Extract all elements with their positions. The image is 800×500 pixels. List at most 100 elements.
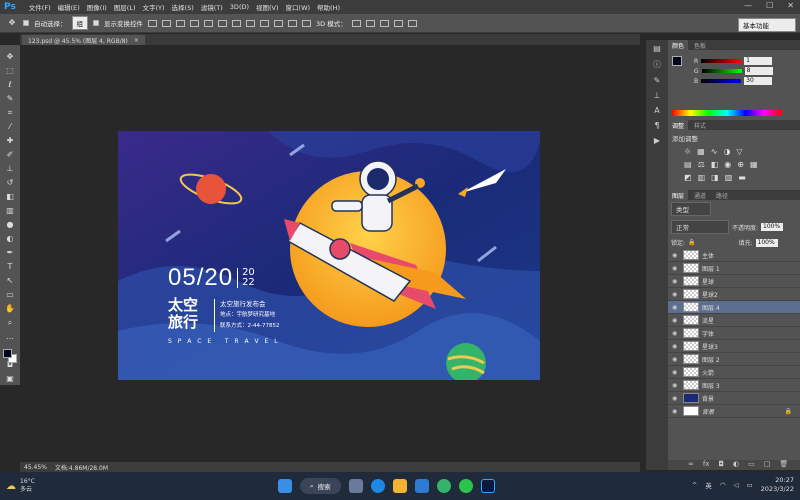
eyedropper-tool-icon[interactable]: ⁄	[4, 121, 16, 133]
zoom-level[interactable]: 45.45%	[24, 464, 47, 471]
blur-tool-icon[interactable]: ●	[4, 219, 16, 231]
taskbar-search[interactable]: ⌕ 搜索	[300, 478, 341, 494]
layer-filter-dropdown[interactable]: 类型	[671, 202, 711, 216]
link-layers-icon[interactable]: ∞	[688, 460, 694, 470]
layer-style-icon[interactable]: fx	[703, 460, 710, 470]
align-middle-icon[interactable]	[162, 19, 171, 27]
menu-view[interactable]: 视图(V)	[256, 2, 279, 12]
layer-row[interactable]: ◉ 流星	[668, 314, 800, 327]
actions-icon[interactable]: ▶	[654, 136, 660, 145]
eye-icon[interactable]: ◉	[672, 304, 680, 311]
menu-edit[interactable]: 编辑(E)	[58, 2, 80, 12]
tab-color[interactable]: 颜色	[668, 40, 689, 50]
layer-row[interactable]: ◉ 图层 1	[668, 262, 800, 275]
eye-icon[interactable]: ◉	[672, 343, 680, 350]
menu-layer[interactable]: 图层(L)	[114, 2, 136, 12]
layer-row[interactable]: ◉ 图层 2	[668, 353, 800, 366]
eye-icon[interactable]: ◉	[672, 356, 680, 363]
layer-row-selected[interactable]: ◉ 图层 4	[668, 301, 800, 314]
eye-icon[interactable]: ◉	[672, 265, 680, 272]
menu-select[interactable]: 选择(S)	[172, 2, 194, 12]
eye-icon[interactable]: ◉	[672, 369, 680, 376]
layer-row[interactable]: ◉ 星球	[668, 275, 800, 288]
layer-row[interactable]: ◉ 火箭	[668, 366, 800, 379]
mail-icon[interactable]	[414, 479, 429, 493]
threshold-icon[interactable]: ◨	[711, 173, 719, 182]
eye-icon[interactable]: ◉	[672, 291, 680, 298]
3d-rotate-icon[interactable]	[351, 19, 361, 27]
maximize-button[interactable]: ☐	[766, 1, 773, 10]
posterize-icon[interactable]: ▥	[698, 173, 706, 182]
align-bottom-icon[interactable]	[176, 19, 185, 27]
green-slider[interactable]	[701, 69, 742, 73]
healing-brush-tool-icon[interactable]: ✚	[4, 135, 16, 147]
wechat-icon[interactable]	[458, 479, 473, 493]
move-tool-icon[interactable]: ✥	[6, 17, 18, 29]
distribute-right-icon[interactable]	[302, 19, 311, 27]
ime-indicator[interactable]: 英	[705, 480, 712, 490]
color-balance-icon[interactable]: ⚖	[698, 160, 705, 169]
red-value[interactable]: 1	[744, 57, 773, 65]
channel-mixer-icon[interactable]: ⊕	[737, 160, 744, 169]
layer-row[interactable]: ◉ 星球3	[668, 340, 800, 353]
photo-filter-icon[interactable]: ◉	[724, 160, 731, 169]
lasso-tool-icon[interactable]: ℓ	[4, 79, 16, 91]
tab-paths[interactable]: 路径	[712, 190, 732, 200]
gradient-tool-icon[interactable]: ▥	[4, 205, 16, 217]
quick-select-tool-icon[interactable]: ✎	[4, 93, 16, 105]
invert-icon[interactable]: ◩	[684, 173, 692, 182]
history-brush-tool-icon[interactable]: ↺	[4, 177, 16, 189]
distribute-top-icon[interactable]	[232, 19, 241, 27]
show-transform-checkbox[interactable]	[93, 20, 99, 26]
red-slider[interactable]	[701, 59, 742, 63]
tab-channels[interactable]: 通道	[690, 190, 710, 200]
menu-window[interactable]: 窗口(W)	[286, 2, 311, 12]
new-layer-icon[interactable]: ▢	[764, 460, 771, 470]
layer-row-background[interactable]: ◉ 背景 🔒	[668, 405, 800, 418]
3d-slide-icon[interactable]	[393, 19, 403, 27]
foreground-color-swatch[interactable]	[3, 349, 12, 358]
eye-icon[interactable]: ◉	[672, 395, 680, 402]
menu-type[interactable]: 文字(Y)	[143, 2, 165, 12]
gradient-map-icon[interactable]: ▬	[738, 173, 746, 182]
properties-icon[interactable]: ⓘ	[653, 59, 661, 70]
color-spectrum[interactable]	[672, 110, 782, 116]
chrome-icon[interactable]	[436, 479, 451, 493]
black-white-icon[interactable]: ◧	[711, 160, 719, 169]
layer-row[interactable]: ◉ 背景	[668, 392, 800, 405]
hue-saturation-icon[interactable]: ▤	[684, 160, 692, 169]
fg-color-preview[interactable]	[672, 56, 682, 66]
menu-3d[interactable]: 3D(D)	[230, 3, 249, 11]
rectangle-tool-icon[interactable]: ▭	[4, 289, 16, 301]
tab-layers[interactable]: 图层	[668, 190, 689, 200]
align-top-icon[interactable]	[148, 19, 157, 27]
menu-file[interactable]: 文件(F)	[29, 2, 51, 12]
blue-value[interactable]: 30	[744, 77, 773, 85]
green-value[interactable]: 8	[744, 67, 773, 75]
menu-filter[interactable]: 滤镜(T)	[201, 2, 223, 12]
history-icon[interactable]: ▤	[653, 44, 661, 53]
clone-source-icon[interactable]: ⊥	[654, 91, 661, 100]
add-mask-icon[interactable]: ◘	[718, 460, 724, 470]
photoshop-taskbar-icon[interactable]	[480, 479, 495, 493]
workspace-dropdown[interactable]: 基本功能	[738, 18, 796, 32]
task-view-icon[interactable]	[348, 479, 363, 493]
marquee-tool-icon[interactable]: ⬚	[4, 65, 16, 77]
layer-row[interactable]: ◉ 星球2	[668, 288, 800, 301]
menu-help[interactable]: 帮助(H)	[317, 2, 340, 12]
auto-select-dropdown[interactable]: 组	[71, 16, 88, 30]
file-explorer-icon[interactable]	[392, 479, 407, 493]
brightness-icon[interactable]: ☼	[684, 147, 691, 156]
fill-value[interactable]: 100%	[755, 238, 778, 247]
pen-tool-icon[interactable]: ✒	[4, 247, 16, 259]
new-group-icon[interactable]: ▭	[748, 460, 755, 470]
eye-icon[interactable]: ◉	[672, 317, 680, 324]
eye-icon[interactable]: ◉	[672, 252, 680, 259]
align-center-icon[interactable]	[204, 19, 213, 27]
screen-mode-icon[interactable]: ▣	[4, 373, 16, 385]
type-tool-icon[interactable]: T	[4, 261, 16, 273]
wifi-icon[interactable]: ◠	[720, 481, 726, 489]
path-select-tool-icon[interactable]: ↖	[4, 275, 16, 287]
tray-chevron-icon[interactable]: ^	[692, 481, 697, 489]
close-tab-icon[interactable]: ×	[134, 37, 139, 44]
